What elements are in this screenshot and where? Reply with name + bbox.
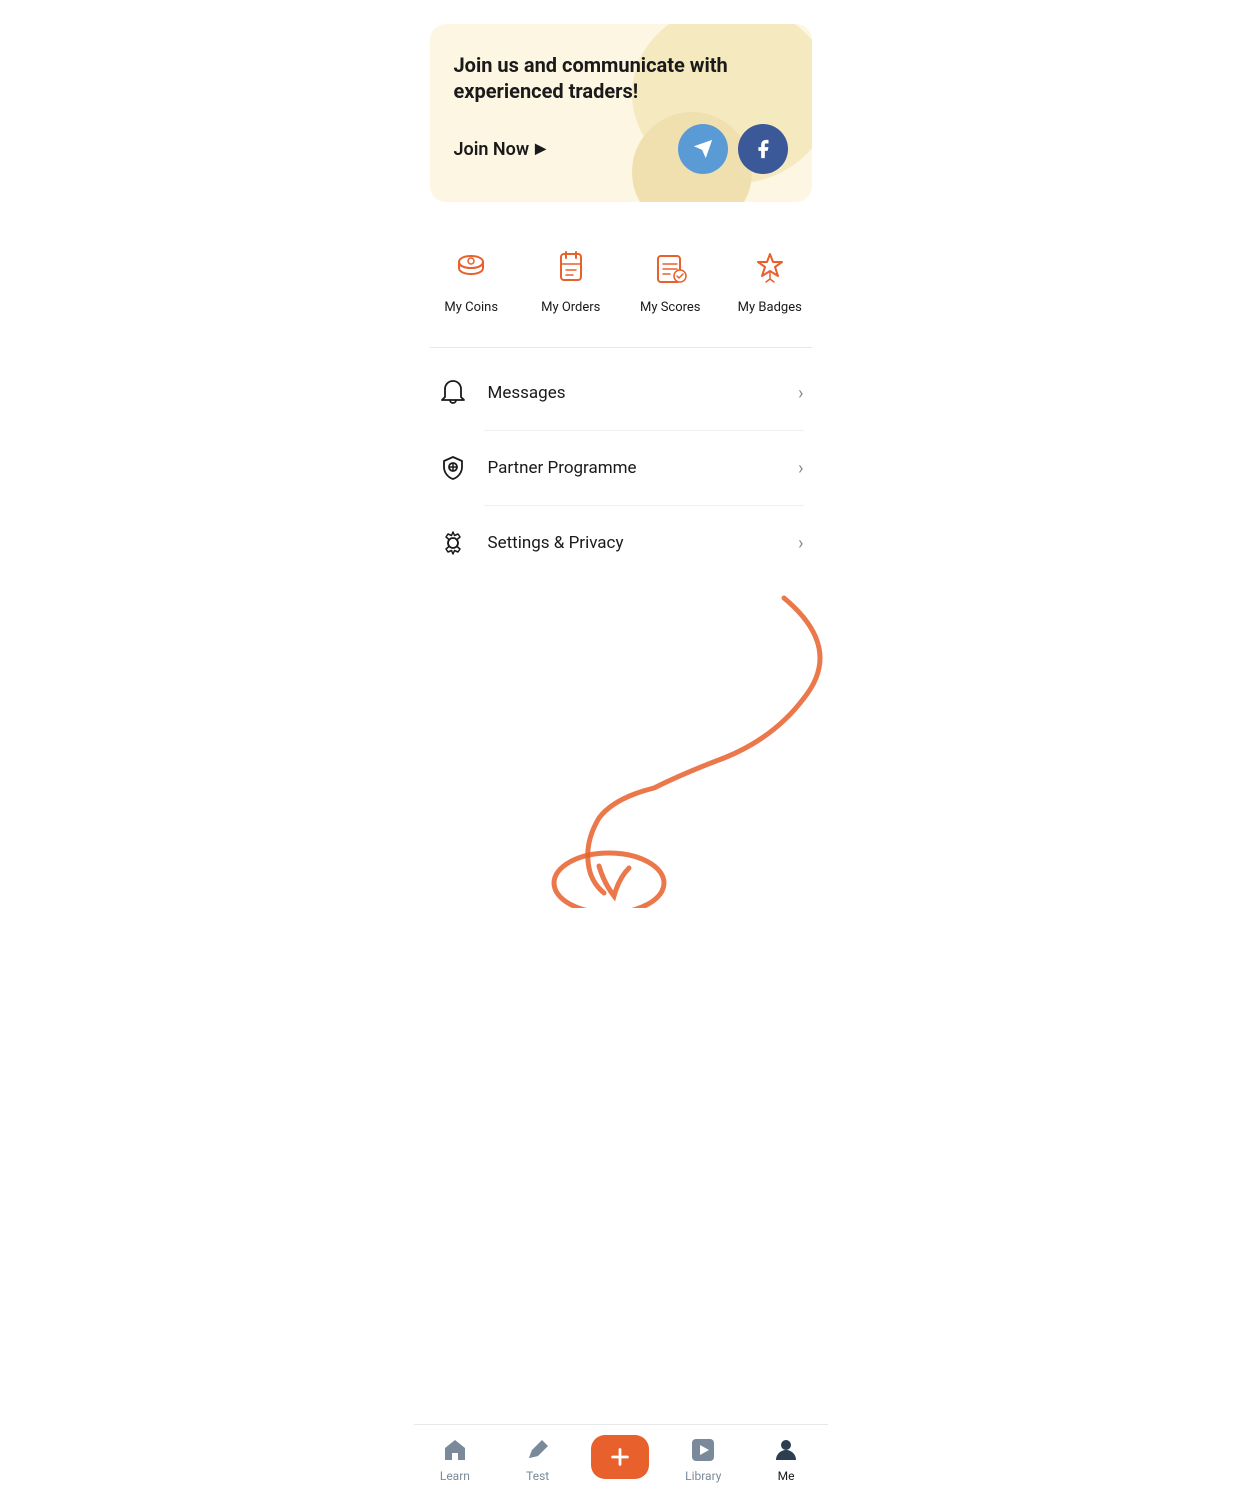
shield-icon <box>439 454 467 482</box>
settings-menu-item[interactable]: Settings & Privacy › <box>414 506 828 580</box>
badges-icon-container <box>748 246 792 290</box>
partner-chevron-icon: › <box>798 458 803 479</box>
facebook-icon <box>752 138 774 160</box>
bell-icon <box>439 379 467 407</box>
pencil-icon <box>524 1436 552 1464</box>
bell-icon-container <box>438 378 468 408</box>
banner-title: Join us and communicate with experienced… <box>454 52 774 104</box>
my-orders-item[interactable]: My Orders <box>521 238 621 323</box>
home-icon <box>441 1436 469 1464</box>
me-label: Me <box>778 1469 795 1483</box>
nav-library[interactable]: Library <box>673 1435 733 1483</box>
telegram-button[interactable] <box>678 124 728 174</box>
join-now-button[interactable]: Join Now ▶ <box>454 139 546 160</box>
nav-learn[interactable]: Learn <box>425 1435 485 1483</box>
menu-list: Messages › Partner Programme › <box>414 348 828 588</box>
badges-label: My Badges <box>738 300 802 315</box>
social-buttons <box>678 124 788 174</box>
my-coins-item[interactable]: My Coins <box>422 238 522 323</box>
settings-chevron-icon: › <box>798 533 803 554</box>
learn-label: Learn <box>440 1469 470 1483</box>
join-now-arrow-icon: ▶ <box>535 141 546 157</box>
pencil-icon-container <box>523 1435 553 1465</box>
partner-menu-item[interactable]: Partner Programme › <box>414 431 828 505</box>
play-icon-container <box>688 1435 718 1465</box>
telegram-icon <box>692 138 714 160</box>
quick-actions-grid: My Coins My Orders <box>414 222 828 339</box>
person-icon <box>772 1436 800 1464</box>
plus-icon <box>607 1444 633 1470</box>
promo-banner: Join us and communicate with experienced… <box>430 24 812 202</box>
my-badges-item[interactable]: My Badges <box>720 238 820 323</box>
coins-icon <box>451 248 491 288</box>
orders-label: My Orders <box>541 300 600 315</box>
annotation-drawing <box>414 588 828 908</box>
messages-chevron-icon: › <box>798 383 803 404</box>
scores-label: My Scores <box>640 300 701 315</box>
shield-icon-container <box>438 453 468 483</box>
settings-label: Settings & Privacy <box>488 533 624 553</box>
gear-icon-container <box>438 528 468 558</box>
nav-me[interactable]: Me <box>756 1435 816 1483</box>
test-label: Test <box>526 1469 549 1483</box>
person-icon-container <box>771 1435 801 1465</box>
coins-label: My Coins <box>444 300 498 315</box>
facebook-button[interactable] <box>738 124 788 174</box>
annotation-area <box>414 588 828 908</box>
create-button[interactable] <box>591 1435 649 1479</box>
nav-create[interactable] <box>590 1435 650 1483</box>
library-label: Library <box>685 1469 721 1483</box>
join-now-label: Join Now <box>454 139 530 160</box>
bottom-navigation: Learn Test Library <box>414 1424 828 1499</box>
my-scores-item[interactable]: My Scores <box>621 238 721 323</box>
orders-icon <box>551 248 591 288</box>
badges-icon <box>750 248 790 288</box>
orders-icon-container <box>549 246 593 290</box>
coins-icon-container <box>449 246 493 290</box>
scores-icon-container <box>648 246 692 290</box>
gear-icon <box>439 529 467 557</box>
partner-label: Partner Programme <box>488 458 637 478</box>
messages-menu-item[interactable]: Messages › <box>414 356 828 430</box>
play-icon <box>689 1436 717 1464</box>
home-icon-container <box>440 1435 470 1465</box>
scores-icon <box>650 248 690 288</box>
messages-label: Messages <box>488 383 566 403</box>
nav-test[interactable]: Test <box>508 1435 568 1483</box>
